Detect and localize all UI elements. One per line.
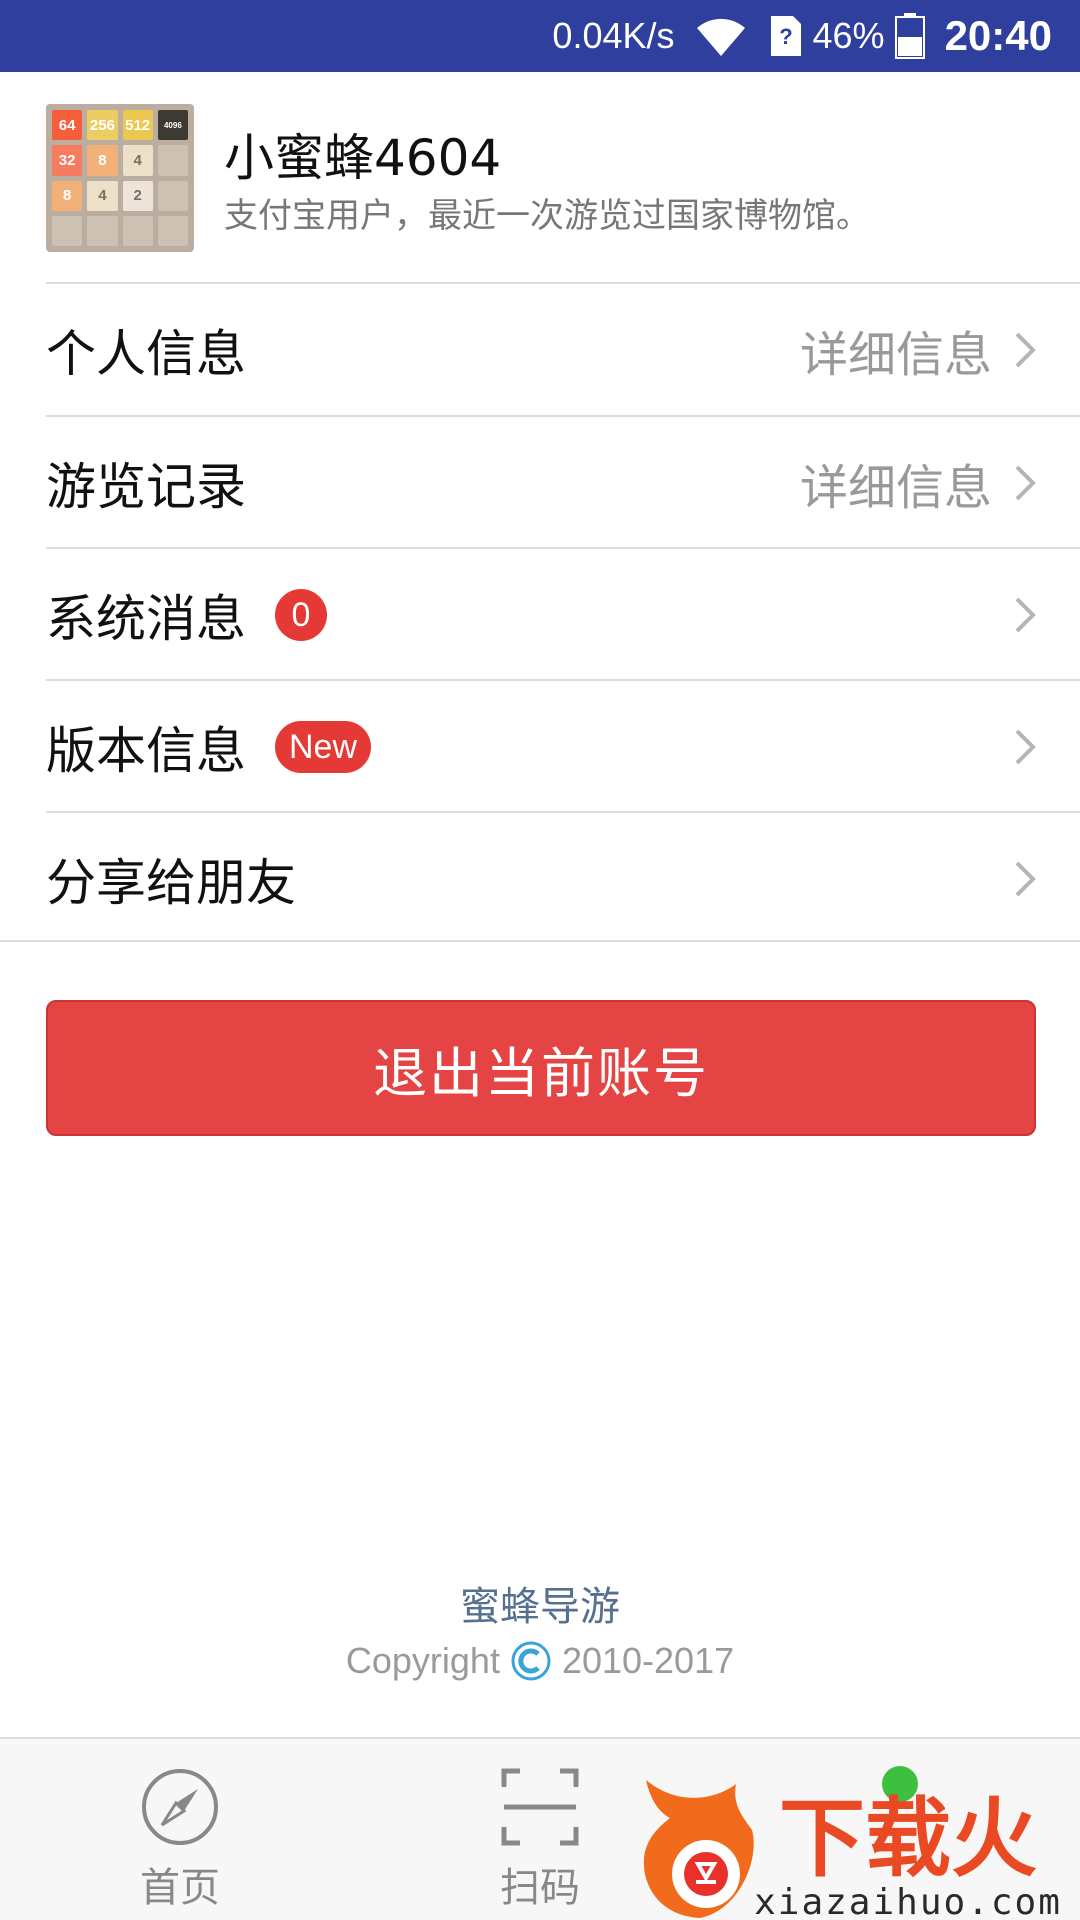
- avatar-tile: 8: [52, 180, 83, 211]
- svg-text:?: ?: [779, 24, 792, 49]
- copyright-years: 2010-2017: [561, 1640, 735, 1681]
- status-bar: 0.04K/s ? 46% 20:40: [0, 0, 1080, 72]
- menu-item-personal-info[interactable]: 个人信息 详细信息: [0, 284, 1080, 416]
- avatar-tile: 32: [52, 145, 83, 176]
- chevron-right-icon: [1015, 597, 1036, 633]
- menu-item-visit-history[interactable]: 游览记录 详细信息: [0, 417, 1080, 549]
- divider: [0, 940, 1080, 942]
- menu-item-label: 系统消息: [46, 590, 246, 648]
- copyright-prefix: Copyright: [345, 1640, 500, 1681]
- sim-unknown-icon: ?: [770, 16, 801, 56]
- avatar-tile: 512: [122, 110, 153, 141]
- chevron-right-icon: [1015, 729, 1036, 765]
- battery-percent: 46%: [812, 15, 885, 56]
- avatar-tile: [87, 215, 118, 246]
- avatar-tile: 64: [52, 110, 83, 141]
- battery-icon: [894, 13, 925, 59]
- menu-item-version-info[interactable]: 版本信息 New: [0, 681, 1080, 813]
- nav-tab-label: 首页: [140, 1865, 220, 1911]
- clock: 20:40: [944, 12, 1052, 59]
- copyright: Copyright 2010-2017: [0, 1640, 1080, 1682]
- avatar-tile: 256: [87, 110, 118, 141]
- app-brand-name: 蜜蜂导游: [460, 1584, 620, 1630]
- chevron-right-icon: [1015, 861, 1036, 897]
- logout-button[interactable]: 退出当前账号: [46, 1000, 1036, 1136]
- scan-icon: [501, 1768, 579, 1846]
- avatar[interactable]: 64 256 512 4096 32 8 4 8 4 2: [46, 104, 194, 252]
- avatar-tile: [52, 215, 83, 246]
- avatar-tile: 4: [87, 180, 118, 211]
- menu-item-detail: 详细信息: [799, 327, 992, 383]
- avatar-tile: 2: [122, 180, 153, 211]
- new-badge: New: [275, 721, 372, 773]
- nav-tab-home[interactable]: 首页: [0, 1739, 360, 1920]
- svg-text:xiazaihuo.com: xiazaihuo.com: [754, 1882, 1062, 1920]
- menu-item-label: 版本信息: [46, 722, 246, 780]
- avatar-tile: [157, 180, 188, 211]
- avatar-tile: [157, 145, 188, 176]
- message-count-badge: 0: [275, 589, 327, 641]
- username: 小蜜蜂4604: [224, 129, 502, 187]
- chevron-right-icon: [1015, 332, 1036, 368]
- network-speed: 0.04K/s: [552, 15, 675, 56]
- menu-item-system-messages[interactable]: 系统消息 0: [0, 549, 1080, 681]
- menu-item-share[interactable]: 分享给朋友: [0, 813, 1080, 945]
- profile-header[interactable]: 64 256 512 4096 32 8 4 8 4 2 小蜜蜂4604 支付宝用户，最近一次游览…: [0, 72, 1080, 282]
- chevron-right-icon: [1015, 465, 1036, 501]
- avatar-tile: 8: [87, 145, 118, 176]
- menu-item-detail: 详细信息: [799, 460, 992, 516]
- menu-item-label: 个人信息: [46, 325, 246, 383]
- compass-icon: [142, 1769, 218, 1845]
- nav-tab-label: 扫码: [500, 1865, 580, 1911]
- menu-item-label: 游览记录: [46, 458, 246, 516]
- avatar-tile: 4: [122, 145, 153, 176]
- avatar-tile: [122, 215, 153, 246]
- svg-text:下载火: 下载火: [779, 1789, 1037, 1889]
- menu-item-label: 分享给朋友: [46, 854, 296, 912]
- copyright-icon: [511, 1641, 551, 1681]
- wifi-icon: [696, 18, 745, 56]
- profile-description: 支付宝用户，最近一次游览过国家博物馆。: [224, 196, 870, 236]
- avatar-tile: [157, 215, 188, 246]
- watermark-logo: 下载火 xiazaihuo.com: [643, 1780, 1062, 1920]
- avatar-tile: 4096: [157, 110, 188, 141]
